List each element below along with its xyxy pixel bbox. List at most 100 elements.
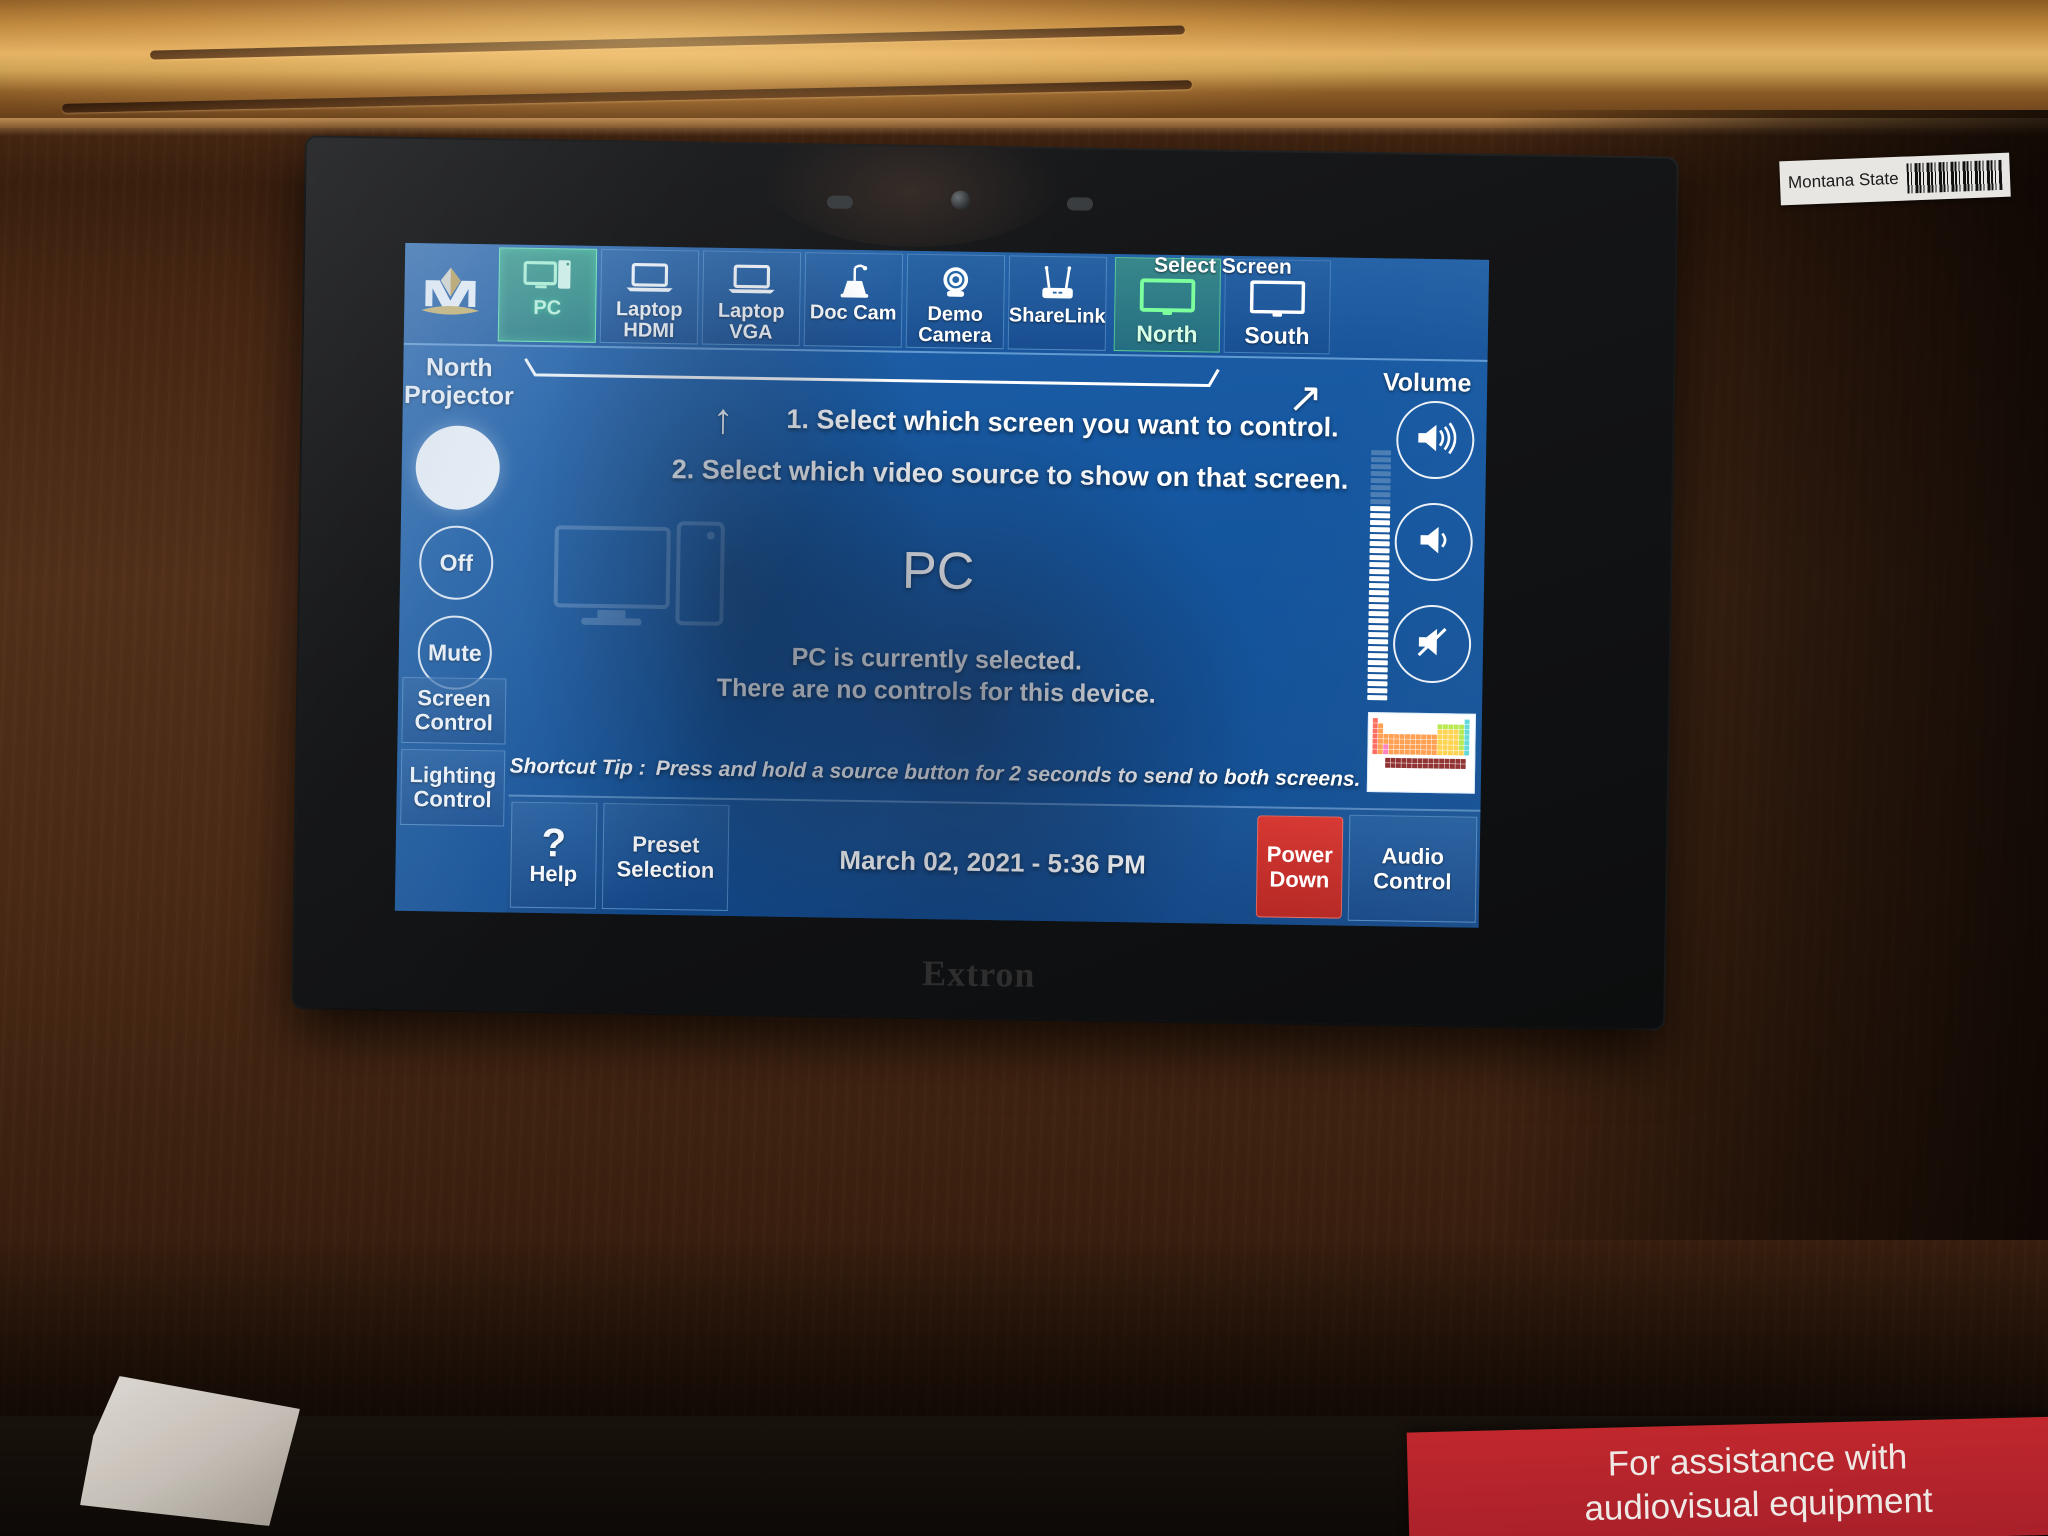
volume-segment	[1370, 513, 1391, 519]
overhead-valance	[0, 0, 2048, 128]
shortcut-tip-bar: Shortcut Tip : Press and hold a source b…	[509, 745, 1362, 802]
instruction-step-1: 1. Select which screen you want to contr…	[786, 403, 1339, 443]
av-control-gui: PC Laptop HDMI Laptop VGA Doc Cam Demo C…	[394, 242, 1490, 928]
left-control-column: North Projector Off Mute Screen Control …	[395, 345, 516, 913]
document-camera-icon	[829, 259, 878, 304]
source-status-text: PC is currently selected. There are no c…	[510, 637, 1363, 714]
preset-selection-button[interactable]: Preset Selection	[601, 803, 730, 912]
volume-segment	[1369, 555, 1390, 561]
source-label-laptop-hdmi-line1: Laptop	[615, 298, 683, 322]
volume-segment	[1368, 604, 1389, 610]
volume-segment	[1367, 660, 1388, 666]
source-toolbar: PC Laptop HDMI Laptop VGA Doc Cam Demo C…	[403, 242, 1490, 362]
panel-camera-housing	[760, 137, 1063, 250]
volume-level-meter[interactable]	[1367, 410, 1392, 701]
preset-line2: Selection	[616, 856, 715, 883]
volume-segment	[1368, 639, 1389, 645]
power-line2: Down	[1269, 866, 1330, 893]
panel-sensor-right	[1066, 197, 1094, 211]
guide-bracket-graphic	[521, 357, 1221, 394]
help-label: Help	[529, 860, 578, 887]
volume-segment	[1369, 527, 1390, 533]
source-button-demo-camera[interactable]: Demo Camera	[905, 253, 1006, 350]
volume-segment	[1368, 597, 1389, 603]
select-screen-group: Select Screen North South	[1112, 254, 1334, 357]
speaker-loud-icon	[1414, 420, 1457, 460]
projector-title: North Projector	[403, 353, 516, 411]
audio-line1: Audio	[1381, 843, 1445, 870]
source-button-sharelink[interactable]: ShareLink	[1007, 255, 1108, 351]
volume-segment	[1367, 688, 1388, 694]
lighting-control-button[interactable]: Lighting Control	[400, 748, 506, 827]
volume-segment	[1370, 457, 1392, 463]
screen-label-north: North	[1136, 320, 1198, 348]
extron-brand-label: Extron	[921, 953, 1036, 995]
volume-segment	[1368, 583, 1390, 589]
lighting-control-line2: Control	[413, 786, 492, 813]
volume-segment	[1369, 562, 1390, 568]
volume-segment	[1367, 695, 1388, 701]
volume-segment	[1368, 632, 1389, 638]
volume-segment	[1370, 485, 1391, 491]
room-scene: Montana State PC Laptop HDMI Laptop VGA …	[0, 0, 2048, 1536]
laptop-icon	[625, 255, 674, 300]
volume-segment	[1369, 569, 1390, 575]
volume-segment	[1369, 541, 1390, 547]
laptop-icon	[727, 257, 776, 302]
source-button-doc-cam[interactable]: Doc Cam	[803, 252, 904, 348]
help-button[interactable]: ? Help	[509, 801, 598, 909]
projector-off-button[interactable]: Off	[418, 525, 494, 601]
source-button-pc[interactable]: PC	[497, 247, 598, 343]
screen-control-line2: Control	[414, 709, 494, 736]
arrow-up-icon: ↑	[712, 394, 734, 443]
instruction-step-2: 2. Select which video source to show on …	[671, 454, 1349, 495]
source-button-laptop-hdmi[interactable]: Laptop HDMI	[599, 248, 700, 345]
power-down-button[interactable]: Power Down	[1255, 815, 1344, 919]
volume-title: Volume	[1382, 368, 1472, 398]
source-label-pc: PC	[533, 296, 562, 320]
volume-segment	[1370, 464, 1391, 470]
lighting-control-line1: Lighting	[409, 761, 497, 789]
assistance-sign-line1: For assistance with	[1607, 1437, 1908, 1484]
source-label-sharelink: ShareLink	[1008, 304, 1106, 328]
audio-control-button[interactable]: Audio Control	[1347, 814, 1478, 923]
audio-line2: Control	[1373, 868, 1452, 895]
volume-mute-button[interactable]	[1392, 604, 1472, 684]
volume-segment	[1367, 681, 1388, 687]
speaker-quiet-icon	[1414, 522, 1453, 562]
screen-label-south: South	[1244, 322, 1310, 350]
wireless-router-icon	[1032, 262, 1083, 307]
webcam-icon	[934, 260, 977, 305]
volume-up-button[interactable]	[1395, 400, 1475, 480]
screen-control-line1: Screen	[417, 685, 492, 712]
question-mark-icon: ?	[541, 820, 567, 865]
desktop-computer-icon	[522, 254, 573, 299]
source-label-laptop-hdmi-line2: HDMI	[623, 319, 675, 343]
screen-control-button[interactable]: Screen Control	[401, 676, 507, 745]
volume-segment	[1369, 576, 1390, 582]
source-label-laptop-vga-line2: VGA	[729, 320, 773, 344]
power-line1: Power	[1266, 841, 1333, 868]
assistance-sign: For assistance with audiovisual equipmen…	[1406, 1415, 2048, 1536]
volume-segment	[1371, 450, 1392, 456]
source-label-doc-cam: Doc Cam	[809, 301, 897, 325]
shortcut-tip-text: Press and hold a source button for 2 sec…	[655, 756, 1361, 791]
volume-segment	[1370, 499, 1391, 505]
status-line-1: PC is currently selected.	[791, 642, 1083, 676]
assistance-sign-line2: audiovisual equipment	[1583, 1480, 1934, 1529]
source-label-demo-camera-line2: Camera	[918, 323, 992, 348]
projector-power-on-button[interactable]	[415, 425, 501, 511]
source-button-laptop-vga[interactable]: Laptop VGA	[701, 250, 802, 347]
asset-tag-sticker: Montana State	[1779, 152, 2011, 206]
volume-segment	[1369, 548, 1390, 554]
volume-segment	[1368, 618, 1389, 624]
volume-segment	[1369, 520, 1391, 526]
asset-tag-label: Montana State	[1787, 168, 1899, 193]
periodic-table-preview-thumbnail[interactable]	[1366, 712, 1477, 794]
volume-segment	[1370, 492, 1391, 498]
panel-sensor-left	[826, 195, 854, 209]
extron-touch-panel: PC Laptop HDMI Laptop VGA Doc Cam Demo C…	[293, 137, 1677, 1029]
asset-tag-barcode	[1905, 159, 2003, 194]
volume-down-button[interactable]	[1394, 502, 1474, 582]
speaker-mute-icon	[1413, 624, 1452, 664]
